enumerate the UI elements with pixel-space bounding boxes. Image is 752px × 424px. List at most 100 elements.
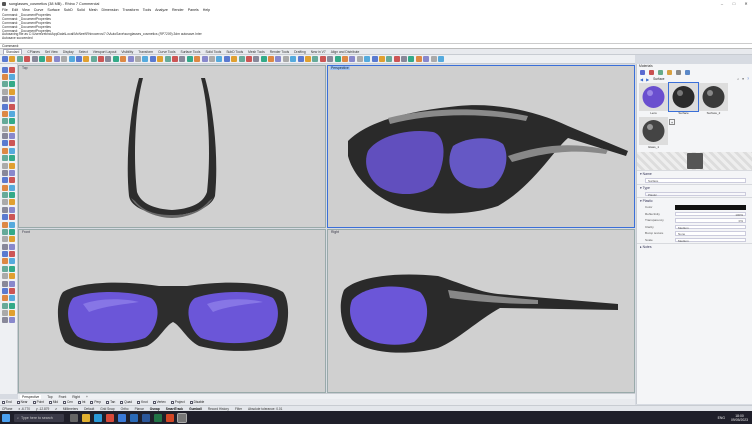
osnap-vertex[interactable]: Vertex: [152, 400, 166, 404]
toolbar-tool-icon[interactable]: [341, 56, 348, 62]
toolbar-tool-icon[interactable]: [171, 56, 178, 62]
store-icon[interactable]: [118, 413, 126, 422]
toolbar-tool-icon[interactable]: [319, 56, 326, 62]
toolbar-tool-icon[interactable]: [349, 56, 356, 62]
toolbar-tool-icon[interactable]: [364, 56, 371, 62]
left-tool-icon[interactable]: [9, 236, 16, 243]
left-tool-icon[interactable]: [9, 258, 16, 265]
left-tool-icon[interactable]: [1, 310, 8, 317]
menu-icon[interactable]: ≡: [742, 77, 744, 81]
taskbar-search[interactable]: ⌕ Type here to search: [14, 413, 64, 422]
breadcrumb-item[interactable]: Surface: [653, 77, 664, 81]
explorer-icon[interactable]: [82, 413, 90, 422]
language-indicator[interactable]: ENG: [718, 416, 725, 420]
toolbar-tool-icon[interactable]: [31, 56, 38, 62]
osnap-point[interactable]: Point: [32, 400, 44, 404]
left-tool-icon[interactable]: [1, 103, 8, 110]
left-tool-icon[interactable]: [1, 214, 8, 221]
toolbar-tool-icon[interactable]: [245, 56, 252, 62]
viewport-label-perspective[interactable]: Perspective: [330, 66, 350, 70]
left-tool-icon[interactable]: [9, 206, 16, 213]
edge-icon[interactable]: [94, 413, 102, 422]
status-record-history[interactable]: Record History: [208, 407, 229, 411]
left-tool-icon[interactable]: [9, 310, 16, 317]
left-tool-icon[interactable]: [9, 184, 16, 191]
menu-panels[interactable]: Panels: [188, 8, 199, 12]
left-tool-icon[interactable]: [9, 280, 16, 287]
reflectivity-slider[interactable]: 100%: [675, 211, 746, 216]
left-tool-icon[interactable]: [9, 125, 16, 132]
toolbar-tool-icon[interactable]: [327, 56, 334, 62]
left-tool-icon[interactable]: [1, 243, 8, 250]
toolbar-tool-icon[interactable]: [83, 56, 90, 62]
scale-select[interactable]: Medium: [675, 237, 746, 242]
left-tool-icon[interactable]: [9, 302, 16, 309]
left-tool-icon[interactable]: [9, 317, 16, 324]
left-tool-icon[interactable]: [1, 251, 8, 258]
left-tool-icon[interactable]: [1, 140, 8, 147]
left-tool-icon[interactable]: [9, 265, 16, 272]
rhino-taskbar-icon[interactable]: [177, 412, 187, 423]
toolbar-tool-icon[interactable]: [186, 56, 193, 62]
section-notes[interactable]: ▸ Notes: [637, 243, 752, 250]
left-tool-icon[interactable]: [1, 74, 8, 81]
left-tool-icon[interactable]: [9, 243, 16, 250]
command-history[interactable]: Command: _DocumentProperties Command: _D…: [0, 13, 752, 44]
toolbar-tool-icon[interactable]: [68, 56, 75, 62]
forward-arrow-icon[interactable]: ▶: [646, 77, 649, 82]
toolbar-tool-icon[interactable]: [90, 56, 97, 62]
left-tool-icon[interactable]: [1, 81, 8, 88]
menu-subd[interactable]: SubD: [64, 8, 73, 12]
environment-icon[interactable]: [658, 70, 663, 75]
menu-analyze[interactable]: Analyze: [155, 8, 168, 12]
material-thumb[interactable]: Lens: [639, 83, 668, 115]
toolbar-tool-icon[interactable]: [282, 56, 289, 62]
left-tool-icon[interactable]: [1, 199, 8, 206]
left-tool-icon[interactable]: [9, 66, 16, 73]
menu-file[interactable]: File: [2, 8, 8, 12]
left-tool-icon[interactable]: [9, 295, 16, 302]
viewport-top[interactable]: Top: [18, 65, 326, 228]
toolbar-tool-icon[interactable]: [430, 56, 437, 62]
left-tool-icon[interactable]: [9, 133, 16, 140]
toolbar-tool-icon[interactable]: [401, 56, 408, 62]
left-tool-icon[interactable]: [9, 199, 16, 206]
left-tool-icon[interactable]: [1, 221, 8, 228]
toolbar-tool-icon[interactable]: [179, 56, 186, 62]
tab-surface-tools[interactable]: Surface Tools: [181, 50, 201, 54]
toolbar-tool-icon[interactable]: [164, 56, 171, 62]
color-swatch[interactable]: [675, 204, 746, 210]
toolbar-tool-icon[interactable]: [46, 56, 53, 62]
menu-solid[interactable]: Solid: [77, 8, 85, 12]
toolbar-tool-icon[interactable]: [127, 56, 134, 62]
vptab-front[interactable]: Front: [59, 395, 67, 399]
material-thumb[interactable]: Glass_1: [639, 117, 668, 149]
status-cplane[interactable]: CPlane: [2, 407, 12, 411]
osnap-int[interactable]: Int: [77, 400, 85, 404]
left-tool-icon[interactable]: [1, 110, 8, 117]
tab-transform[interactable]: Transform: [138, 50, 153, 54]
osnap-tan[interactable]: Tan: [106, 400, 115, 404]
toolbar-tool-icon[interactable]: [223, 56, 230, 62]
tab-select[interactable]: Select: [79, 50, 88, 54]
osnap-perp[interactable]: Perp: [90, 400, 101, 404]
toolbar-tool-icon[interactable]: [312, 56, 319, 62]
tab-align-distribute[interactable]: Align and Distribute: [331, 50, 360, 54]
left-tool-icon[interactable]: [1, 295, 8, 302]
toolbar-tool-icon[interactable]: [201, 56, 208, 62]
osnap-end[interactable]: End: [2, 400, 12, 404]
toolbar-tool-icon[interactable]: [290, 56, 297, 62]
status-units[interactable]: Millimeters: [63, 407, 78, 411]
search-icon[interactable]: ⌕: [737, 77, 739, 81]
status-osnap[interactable]: Osnap: [150, 407, 160, 411]
light-icon[interactable]: [667, 70, 672, 75]
left-tool-icon[interactable]: [9, 140, 16, 147]
osnap-project[interactable]: Project: [170, 400, 185, 404]
left-tool-icon[interactable]: [9, 103, 16, 110]
toolbar-tool-icon[interactable]: [61, 56, 68, 62]
toolbar-tool-icon[interactable]: [2, 56, 8, 62]
toolbar-tool-icon[interactable]: [238, 56, 245, 62]
menu-transform[interactable]: Transform: [123, 8, 139, 12]
left-tool-icon[interactable]: [9, 287, 16, 294]
toolbar-tool-icon[interactable]: [208, 56, 215, 62]
